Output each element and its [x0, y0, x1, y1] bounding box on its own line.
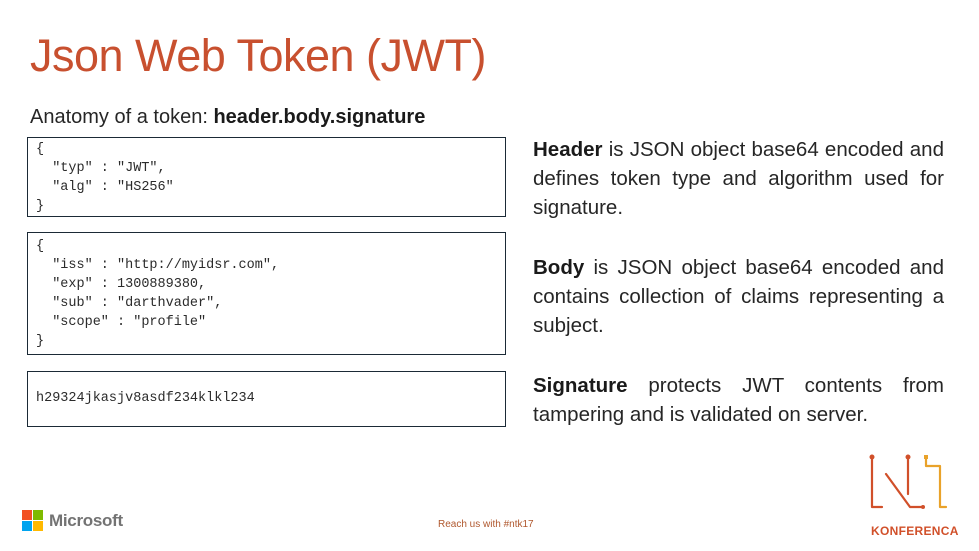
reach-us-text: Reach us with #ntk17 [438, 519, 534, 530]
body-text: is JSON object base64 encoded and contai… [533, 256, 944, 337]
header-code: { "typ" : "JWT", "alg" : "HS256" } [36, 142, 174, 214]
ms-square-red [22, 510, 32, 520]
ntk-logo-dot-1 [869, 454, 875, 460]
body-term: Body [533, 256, 585, 279]
header-code-box: { "typ" : "JWT", "alg" : "HS256" } [27, 137, 506, 217]
body-code: { "iss" : "http://myidsr.com", "exp" : 1… [36, 239, 280, 349]
signature-code-box: h29324jkasjv8asdf234klkl234 [27, 371, 506, 427]
konferenca-text: KONFERENCA [871, 524, 959, 538]
body-description: Body is JSON object base64 encoded and c… [533, 253, 944, 340]
subtitle-prefix: Anatomy of a token: [30, 106, 214, 128]
signature-description: Signature protects JWT contents from tam… [533, 371, 944, 429]
ntk-logo-dot-4 [924, 455, 928, 459]
header-description: Header is JSON object base64 encoded and… [533, 135, 944, 222]
body-code-box: { "iss" : "http://myidsr.com", "exp" : 1… [27, 232, 506, 355]
slide-subtitle: Anatomy of a token: header.body.signatur… [30, 104, 425, 130]
ntk-logo-stroke-4 [924, 455, 948, 509]
signature-term: Signature [533, 374, 628, 397]
slide-title: Json Web Token (JWT) [30, 30, 486, 81]
subtitle-emphasis: header.body.signature [213, 106, 426, 128]
microsoft-logo-icon [22, 510, 43, 531]
ntk-logo-dot-3 [921, 505, 925, 509]
ms-square-yellow [33, 521, 43, 531]
ms-square-blue [22, 521, 32, 531]
microsoft-logo: Microsoft [22, 510, 123, 531]
ntk-logo-stroke-2 [884, 472, 925, 509]
microsoft-logo-text: Microsoft [49, 510, 123, 530]
header-term: Header [533, 138, 603, 161]
ntk-logo-dot-2 [905, 454, 911, 460]
ms-square-green [33, 510, 43, 520]
ntk-logo-stroke-1 [870, 455, 884, 509]
signature-code: h29324jkasjv8asdf234klkl234 [36, 391, 255, 406]
